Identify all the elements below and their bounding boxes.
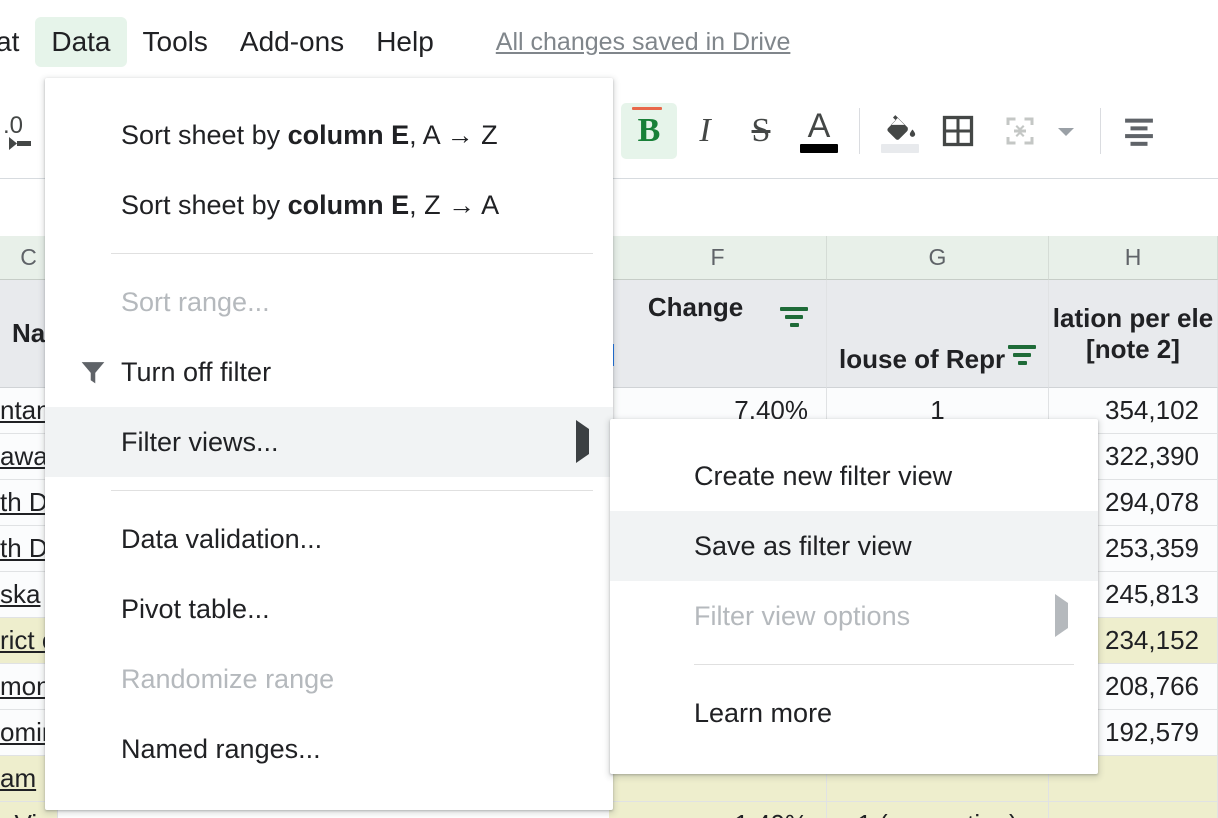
toolbar-divider-2	[859, 108, 860, 154]
menu-item-turn-off-filter[interactable]: Turn off filter	[45, 337, 613, 407]
cell-population-per-elector[interactable]	[1049, 802, 1218, 818]
submenu-arrow-icon	[576, 420, 589, 463]
menu-add-ons[interactable]: Add-ons	[224, 17, 360, 68]
filter-icon-change[interactable]	[778, 304, 810, 330]
menu-item-turn-off-filter-label: Turn off filter	[121, 356, 272, 387]
cell-house-of-representatives[interactable]: 1 (non-voting)	[827, 802, 1049, 818]
text-color-swatch	[800, 144, 838, 153]
horizontal-align-button[interactable]	[1111, 103, 1167, 159]
merge-cells-icon	[1006, 117, 1034, 145]
menu-item-pivot-table-label: Pivot table...	[121, 593, 270, 624]
svg-text:.0: .0	[3, 112, 23, 139]
header-cell-pop-line2: [note 2]	[1086, 333, 1180, 364]
header-cell-pop-per-elector[interactable]: lation per ele [note 2]	[1049, 280, 1218, 388]
menu-item-named-ranges[interactable]: Named ranges...	[45, 714, 613, 784]
align-center-icon	[1125, 118, 1153, 146]
bold-button[interactable]: B	[621, 103, 677, 159]
menu-item-sort-sheet-az[interactable]: Sort sheet by column E, A → Z	[45, 100, 613, 170]
chevron-down-icon	[1058, 128, 1074, 136]
menu-item-save-as-filter-view[interactable]: Save as filter view	[610, 511, 1098, 581]
menu-item-learn-more[interactable]: Learn more	[610, 678, 1098, 748]
column-header-h[interactable]: H	[1049, 236, 1218, 280]
menu-item-named-ranges-label: Named ranges...	[121, 733, 321, 764]
menu-format[interactable]: at	[0, 17, 35, 68]
menu-data[interactable]: Data	[35, 16, 127, 68]
fill-color-icon	[887, 115, 916, 140]
borders-icon	[942, 115, 974, 147]
menu-separator-2	[111, 490, 593, 491]
menu-item-sort-range[interactable]: Sort range...	[45, 267, 613, 337]
submenu-separator-1	[694, 664, 1074, 665]
menu-item-pivot-table[interactable]: Pivot table...	[45, 574, 613, 644]
toolbar-divider-3	[1100, 108, 1101, 154]
menu-item-data-validation[interactable]: Data validation...	[45, 504, 613, 574]
menu-item-randomize-range-label: Randomize range	[121, 663, 335, 694]
menu-item-sort-sheet-za[interactable]: Sort sheet by column E, Z → A	[45, 170, 613, 240]
menu-item-filter-views-label: Filter views...	[121, 426, 279, 457]
menu-item-create-new-filter-view[interactable]: Create new filter view	[610, 441, 1098, 511]
menu-help[interactable]: Help	[360, 17, 450, 68]
menu-item-randomize-range[interactable]: Randomize range	[45, 644, 613, 714]
menu-item-save-as-filter-view-label: Save as filter view	[694, 530, 912, 561]
menu-item-filter-view-options-label: Filter view options	[694, 600, 911, 631]
merge-cells-button[interactable]	[992, 103, 1048, 159]
text-color-button[interactable]: A	[789, 103, 849, 159]
submenu-arrow-icon-2	[1055, 594, 1068, 637]
italic-icon: I	[699, 112, 711, 149]
menu-item-sort-sheet-za-label: Sort sheet by column E, Z → A	[121, 189, 500, 220]
menu-item-filter-views[interactable]: Filter views...	[45, 407, 613, 477]
filter-icon-house[interactable]	[1006, 342, 1038, 368]
menu-bar: at Data Tools Add-ons Help All changes s…	[0, 0, 1218, 84]
text-color-icon: A	[807, 107, 831, 145]
menu-item-create-new-filter-view-label: Create new filter view	[694, 460, 953, 491]
cell-change[interactable]: -1.40%	[609, 802, 827, 818]
menu-item-sort-sheet-az-label: Sort sheet by column E, A → Z	[121, 119, 498, 150]
fill-color-swatch	[881, 144, 919, 153]
menu-tools[interactable]: Tools	[127, 17, 224, 68]
fill-color-button[interactable]	[870, 103, 930, 159]
borders-button[interactable]	[930, 103, 986, 159]
header-cell-house-label: louse of Repr	[839, 344, 1006, 374]
filter-views-submenu: Create new filter view Save as filter vi…	[610, 419, 1098, 774]
header-cell-house[interactable]: louse of Repr	[827, 280, 1049, 388]
strikethrough-button[interactable]: S	[733, 103, 789, 159]
bold-icon: B	[637, 112, 661, 149]
menu-item-filter-view-options[interactable]: Filter view options	[610, 581, 1098, 651]
save-status-link[interactable]: All changes saved in Drive	[496, 28, 791, 57]
header-cell-change-label: Change	[647, 292, 744, 322]
funnel-icon	[65, 355, 121, 389]
merge-dropdown-button[interactable]	[1048, 103, 1084, 159]
menu-item-learn-more-label: Learn more	[694, 697, 833, 728]
menu-item-data-validation-label: Data validation...	[121, 523, 323, 554]
data-menu-popup: Sort sheet by column E, A → Z Sort sheet…	[45, 78, 613, 810]
column-header-f[interactable]: F	[609, 236, 827, 280]
header-cell-pop-line1: lation per ele	[1052, 302, 1214, 333]
menu-item-sort-range-label: Sort range...	[121, 286, 270, 317]
menu-separator-1	[111, 253, 593, 254]
header-cell-change[interactable]: Change	[609, 280, 827, 388]
italic-button[interactable]: I	[677, 103, 733, 159]
strikethrough-icon: S	[751, 112, 771, 149]
column-header-g[interactable]: G	[827, 236, 1049, 280]
